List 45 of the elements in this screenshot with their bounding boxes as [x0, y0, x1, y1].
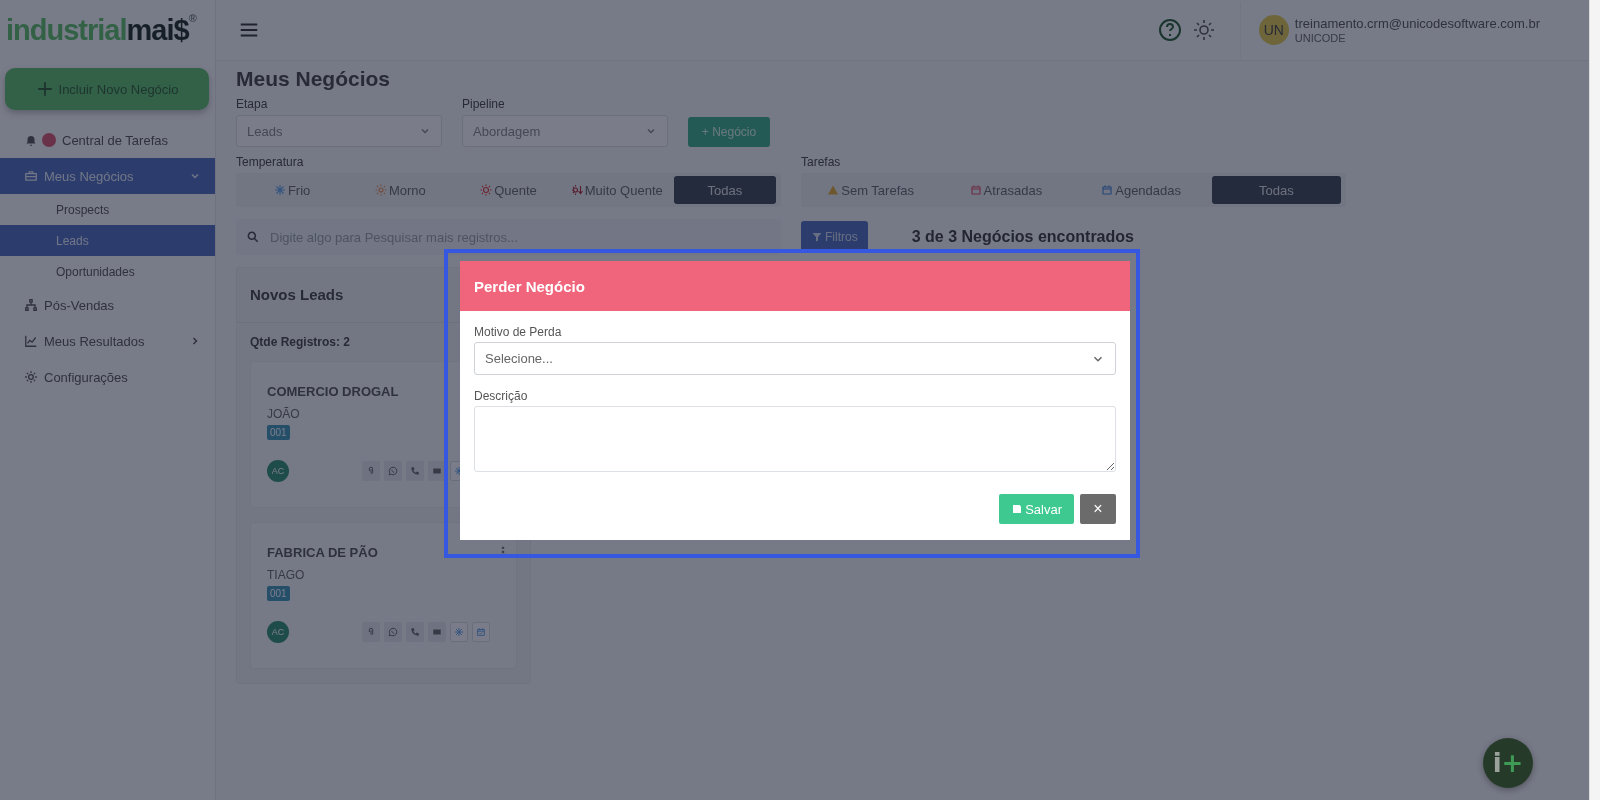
- nav-subitem[interactable]: Oportunidades: [0, 256, 215, 287]
- nav-item[interactable]: Meus Negócios: [0, 158, 215, 194]
- filter-option[interactable]: Frio: [241, 176, 344, 204]
- nav-item[interactable]: Meus Resultados: [0, 323, 215, 359]
- owner-avatar: AC: [267, 620, 289, 643]
- filter-option[interactable]: Atrasadas: [941, 176, 1071, 204]
- nav-subitem[interactable]: Prospects: [0, 194, 215, 225]
- contact-name: JOÃO: [267, 406, 301, 421]
- user-avatar: UN: [1258, 15, 1289, 45]
- field-label: Tarefas: [801, 155, 842, 169]
- filter-option[interactable]: Muito Quente: [565, 176, 668, 204]
- nav-subitem[interactable]: Leads: [0, 225, 215, 256]
- page-title: Meus Negócios: [236, 67, 392, 91]
- nav-item[interactable]: Pós-Vendas: [0, 287, 215, 323]
- code-tag: 001: [267, 585, 290, 601]
- filter-option[interactable]: Todas: [673, 176, 776, 204]
- reason-select[interactable]: Selecione...: [474, 342, 1116, 375]
- field-label: Temperatura: [236, 155, 305, 169]
- field-label: Pipeline: [462, 97, 506, 111]
- result-count: 3 de 3 Negócios encontrados: [911, 228, 1134, 246]
- filter-option[interactable]: Todas: [1211, 176, 1341, 204]
- contact-name: TIAGO: [267, 567, 306, 582]
- nav-item[interactable]: Configurações: [0, 359, 215, 395]
- nav-item[interactable]: Central de Tarefas: [0, 122, 215, 158]
- code-tag: 001: [267, 424, 290, 440]
- company-name: COMERCIO DROGAL: [267, 383, 399, 399]
- user-menu[interactable]: UN treinamento.crm@unicodesoftware.com.br UNICODE: [1239, 2, 1570, 58]
- user-email: treinamento.crm@unicodesoftware.com.br: [1294, 16, 1540, 31]
- record-count: Qtde Registros: 2: [250, 334, 352, 349]
- company-name: FABRICA DE PÃO: [267, 544, 378, 560]
- field-label: Motivo de Perda: [474, 325, 563, 339]
- filter-option[interactable]: Sem Tarefas: [806, 176, 936, 204]
- company-name: UNICODE: [1294, 32, 1347, 44]
- field-label: Etapa: [236, 97, 269, 111]
- filter-option[interactable]: Morno: [349, 176, 452, 204]
- owner-avatar: AC: [267, 459, 289, 482]
- assistant-button[interactable]: i+: [1483, 738, 1533, 788]
- save-button[interactable]: Salvar: [999, 494, 1074, 524]
- filter-option[interactable]: Agendadas: [1076, 176, 1206, 204]
- close-button[interactable]: ×: [1080, 494, 1116, 524]
- dialog-title: Perder Negócio: [474, 277, 585, 295]
- add-deal-button[interactable]: + Negócio: [688, 117, 770, 147]
- filter-option[interactable]: Quente: [457, 176, 560, 204]
- logo: industrialmai$$^{®}$: [5, 11, 198, 48]
- column-title: Novos Leads: [250, 286, 344, 304]
